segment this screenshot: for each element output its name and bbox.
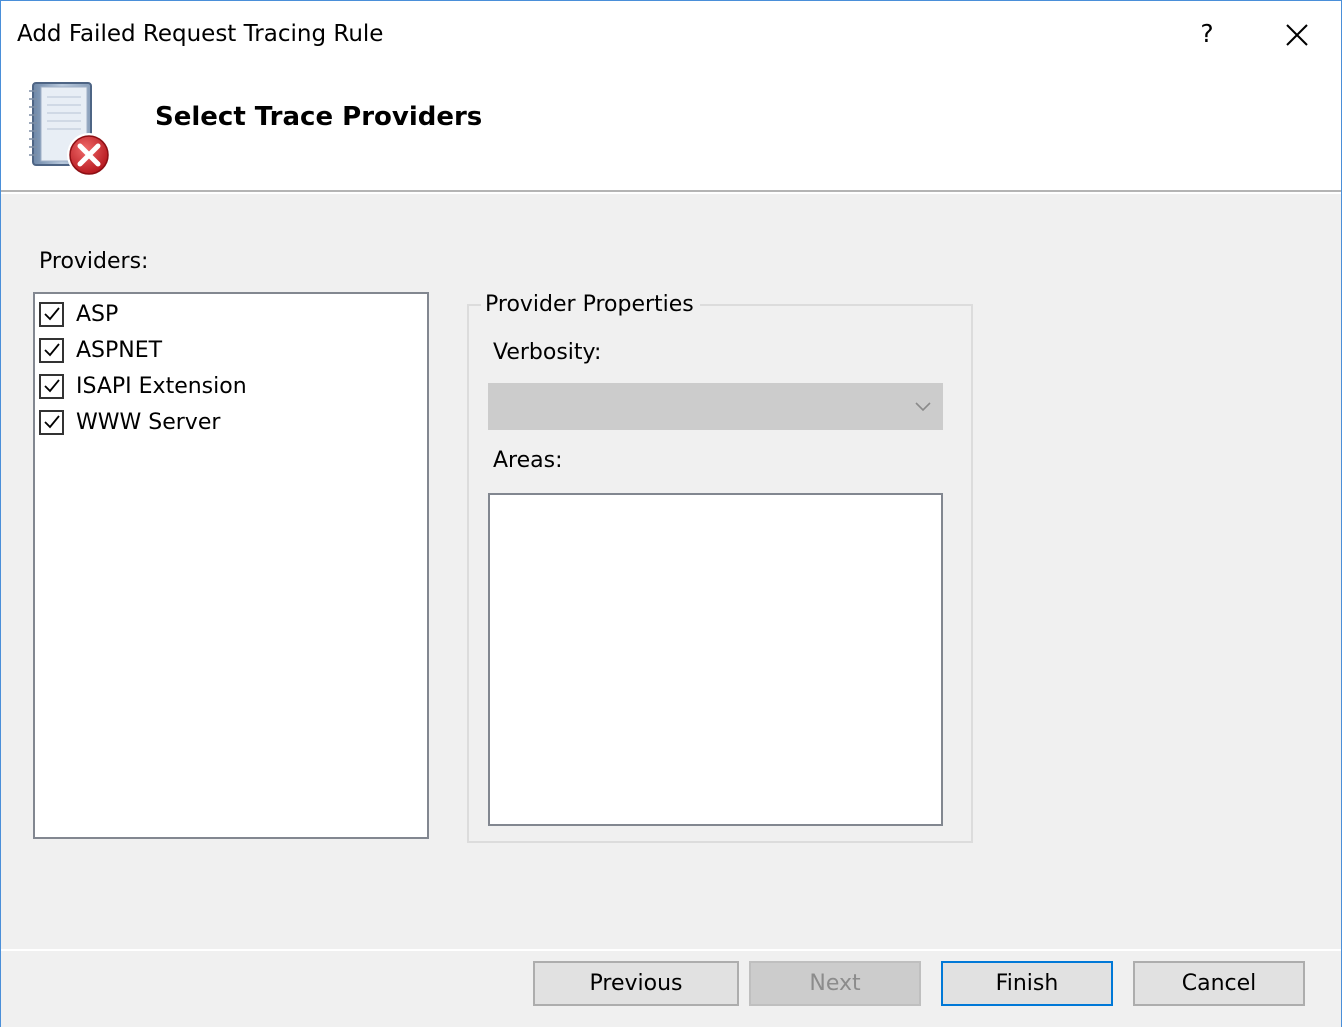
areas-list[interactable] <box>488 493 943 826</box>
provider-item-aspnet[interactable]: ASPNET <box>39 333 162 367</box>
wizard-content: Providers: ASP ASPNET ISAPI Extension WW… <box>1 194 1341 949</box>
checkmark-icon <box>43 379 60 393</box>
providers-label: Providers: <box>39 249 149 274</box>
providers-list[interactable]: ASP ASPNET ISAPI Extension WWW Server <box>33 292 429 839</box>
checkmark-icon <box>43 343 60 357</box>
wizard-footer: Previous Next Finish Cancel <box>1 949 1341 1027</box>
close-button[interactable] <box>1271 9 1323 59</box>
window-title: Add Failed Request Tracing Rule <box>17 21 384 47</box>
page-title: Select Trace Providers <box>155 102 483 132</box>
provider-properties-group: Provider Properties Verbosity: Areas: <box>467 292 973 843</box>
add-failed-request-tracing-rule-dialog: Add Failed Request Tracing Rule ? Select… <box>0 0 1342 1027</box>
close-icon <box>1286 23 1308 46</box>
log-book-error-icon <box>29 82 111 177</box>
checkbox[interactable] <box>39 373 64 399</box>
provider-label: ASP <box>76 301 119 327</box>
provider-item-www-server[interactable]: WWW Server <box>39 405 220 439</box>
help-button[interactable]: ? <box>1181 9 1233 59</box>
checkmark-icon <box>43 307 60 321</box>
verbosity-select[interactable] <box>488 383 943 430</box>
cancel-button[interactable]: Cancel <box>1133 961 1305 1006</box>
provider-item-isapi-extension[interactable]: ISAPI Extension <box>39 369 247 403</box>
provider-item-asp[interactable]: ASP <box>39 297 118 331</box>
wizard-header: Select Trace Providers <box>1 67 1341 192</box>
provider-label: ASPNET <box>76 337 163 363</box>
previous-button[interactable]: Previous <box>533 961 739 1006</box>
chevron-down-icon <box>915 402 931 412</box>
provider-label: ISAPI Extension <box>76 373 247 399</box>
finish-button[interactable]: Finish <box>941 961 1113 1006</box>
areas-label: Areas: <box>493 448 563 473</box>
checkmark-icon <box>43 415 60 429</box>
checkbox[interactable] <box>39 337 64 363</box>
provider-label: WWW Server <box>76 409 221 435</box>
next-button[interactable]: Next <box>749 961 921 1006</box>
checkbox[interactable] <box>39 409 64 435</box>
title-bar: Add Failed Request Tracing Rule ? <box>1 1 1341 67</box>
verbosity-label: Verbosity: <box>493 340 602 365</box>
checkbox[interactable] <box>39 301 64 327</box>
provider-properties-legend: Provider Properties <box>481 292 700 317</box>
